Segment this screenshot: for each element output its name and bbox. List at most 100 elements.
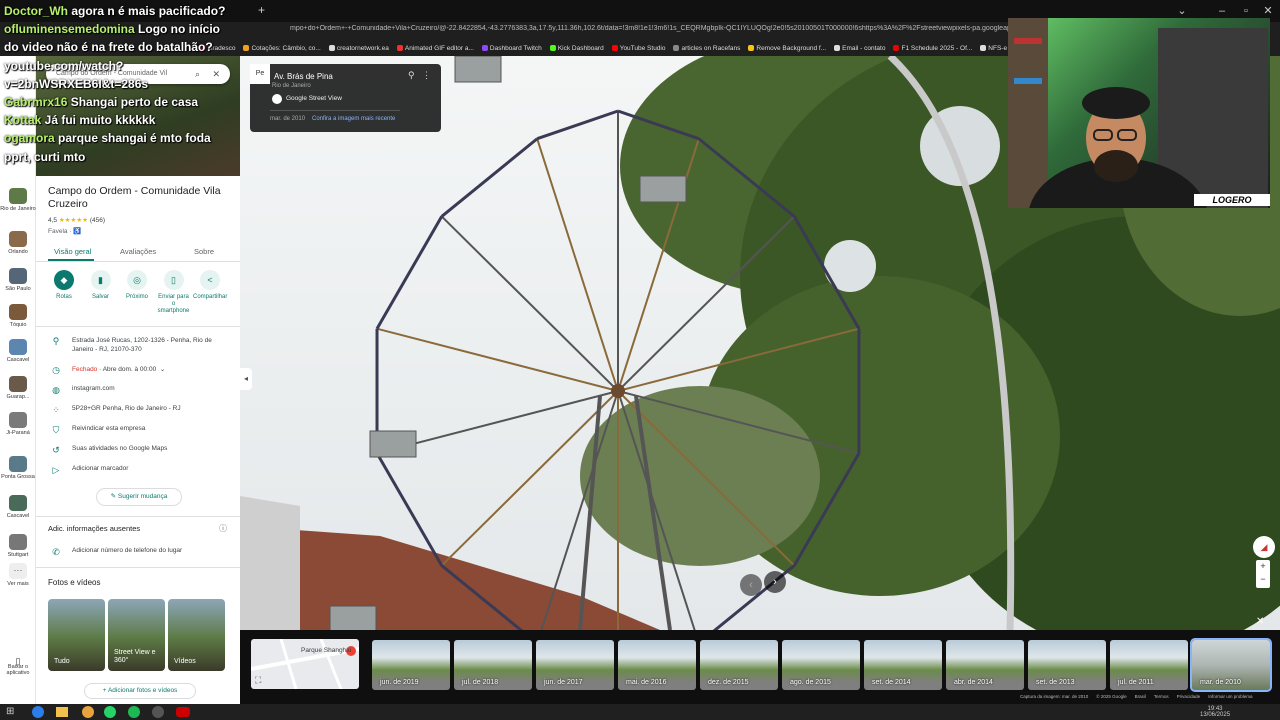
bookmark-item[interactable]: Bradesco (200, 42, 235, 54)
new-tab-button[interactable]: + (258, 3, 265, 17)
minimize-icon[interactable]: – (1210, 4, 1234, 18)
recent-place-item[interactable]: Tóquio (0, 304, 36, 328)
expand-map-icon[interactable]: ⛶ (255, 675, 261, 686)
recent-place-item[interactable]: Cascavel (0, 339, 36, 363)
system-clock[interactable]: 19:43 13/06/2025 (1200, 706, 1230, 718)
bookmark-item[interactable]: articles on Racefans (673, 42, 740, 54)
action-button[interactable]: < Compartilhar (193, 270, 227, 301)
close-window-icon[interactable]: ✕ (1256, 4, 1280, 18)
missing-info-title: Adic. informações ausentes (48, 524, 141, 533)
action-label: Enviar para o smartphone (157, 294, 190, 314)
recent-place-item[interactable]: Rio de Janeiro (0, 188, 36, 212)
bookmark-item[interactable]: Kick Dashboard (549, 42, 604, 54)
timeline-thumbnail[interactable]: jul. de 2011 (1110, 640, 1188, 690)
tab-overview[interactable]: Visão geral (54, 247, 91, 256)
plus-code-row[interactable]: ⁘ 5P28+GR Penha, Rio de Janeiro - RJ (50, 405, 230, 416)
bookmark-item[interactable]: Cotações: Câmbio, co... (243, 42, 321, 54)
add-phone-row[interactable]: ✆ Adicionar número de telefone do lugar (50, 547, 230, 558)
hours-row[interactable]: ◷ Fechado · Abre dom. à 00:00 ⌄ (50, 365, 230, 376)
recent-place-item[interactable]: Cascavel (0, 495, 36, 519)
app-icon[interactable] (82, 706, 94, 718)
review-count[interactable]: (456) (90, 217, 105, 224)
close-strip-icon[interactable]: ✕ (1256, 616, 1264, 627)
recent-place-item[interactable]: Ponta Grossa (0, 456, 36, 480)
footer-link[interactable]: Privacidade (1177, 694, 1201, 699)
recent-place-item[interactable]: Guarap... (0, 376, 36, 400)
obs-icon[interactable] (152, 706, 164, 718)
address-bar[interactable]: mpo+do+Ordem+-+Comunidade+Vila+Cruzeiro/… (290, 25, 1010, 39)
minimap[interactable]: Parque Shanghai ⛶ (251, 639, 359, 689)
timeline-thumbnail[interactable]: jun. de 2017 (536, 640, 614, 690)
pin-icon[interactable]: ⚲ (408, 70, 415, 81)
download-app-link[interactable]: ▯ Baixar o aplicativo (0, 657, 36, 677)
footer-link[interactable]: Captura da imagem: mar. de 2010 (1020, 694, 1088, 699)
collapse-panel-button[interactable]: ◂ (240, 368, 252, 390)
bookmark-item[interactable]: NFS-e | Portal Contr (980, 42, 1010, 54)
start-icon[interactable]: ⊞ (6, 706, 14, 717)
clear-search-icon[interactable]: ✕ (212, 64, 220, 84)
add-photos-button[interactable]: + Adicionar fotos e vídeos (84, 683, 196, 699)
recent-place-item[interactable]: Stuttgart (0, 534, 36, 558)
timeline-thumbnail[interactable]: abr. de 2014 (946, 640, 1024, 690)
latest-image-link[interactable]: Confira a imagem mais recente (312, 116, 395, 122)
website-row[interactable]: ◍ instagram.com (50, 385, 230, 396)
spotify-icon[interactable] (128, 706, 140, 718)
recent-place-item[interactable]: São Paulo (0, 268, 36, 292)
bookmark-item[interactable]: Email - contato (834, 42, 885, 54)
bookmark-item[interactable]: YouTube Studio (611, 42, 665, 54)
footer-link[interactable]: Termos (1154, 694, 1169, 699)
photos-videos-tile[interactable]: Vídeos (168, 599, 225, 671)
next-arrow-icon[interactable]: › (764, 571, 786, 593)
edge-icon[interactable] (32, 706, 44, 718)
tab-about[interactable]: Sobre (194, 247, 214, 256)
footer-link[interactable]: Informar um problema (1208, 694, 1252, 699)
address-row[interactable]: ⚲ Estrada José Rucas, 1202-1326 - Penha, … (50, 336, 230, 354)
suggest-edit-button[interactable]: ✎ Sugerir mudança (96, 488, 182, 506)
search-icon[interactable]: ⌕ (195, 64, 200, 84)
footer-link[interactable]: © 2025 Google (1096, 694, 1126, 699)
label-icon: ▷ (52, 465, 60, 475)
tab-reviews[interactable]: Avaliações (120, 247, 156, 256)
timeline-thumbnail[interactable]: mar. de 2010 (1190, 638, 1272, 692)
bookmark-item[interactable]: F1 Schedule 2025 - Of... (893, 42, 972, 54)
timeline-thumbnail[interactable]: ago. de 2015 (782, 640, 860, 690)
bookmark-favicon-icon (611, 45, 618, 51)
compass-icon[interactable]: ◢ (1253, 536, 1275, 558)
footer-link[interactable]: Brasil (1135, 694, 1146, 699)
maximize-icon[interactable]: ▫ (1234, 4, 1258, 18)
timeline-thumbnail[interactable]: jul. de 2018 (454, 640, 532, 690)
action-button[interactable]: ◆ Rotas (47, 270, 81, 301)
prev-arrow-icon[interactable]: ‹ (740, 574, 762, 596)
bookmark-item[interactable]: Animated GIF editor a... (396, 42, 474, 54)
add-label-row[interactable]: ▷ Adicionar marcador (50, 465, 230, 476)
help-icon[interactable]: ⓘ (219, 523, 227, 534)
whatsapp-icon[interactable] (104, 706, 116, 718)
file-explorer-icon[interactable] (56, 707, 68, 717)
more-options-icon[interactable]: ⋮ (422, 70, 431, 81)
action-button[interactable]: ◎ Próximo (120, 270, 154, 301)
recent-place-label: Guarap... (6, 394, 30, 400)
claim-business-row[interactable]: ⛉ Reivindicar esta empresa (50, 425, 230, 436)
photos-all-tile[interactable]: Tudo (48, 599, 105, 671)
bookmark-item[interactable]: Dashboard Twitch (481, 42, 542, 54)
recent-place-item[interactable]: ··· Ver mais (0, 563, 36, 587)
timeline-thumbnail[interactable]: dez. de 2015 (700, 640, 778, 690)
activity-row[interactable]: ↺ Suas atividades no Google Maps (50, 445, 230, 456)
photos-streetview-tile[interactable]: Street View e 360° (108, 599, 165, 671)
action-button[interactable]: ▮ Salvar (84, 270, 118, 301)
recent-place-item[interactable]: Orlando (0, 231, 36, 255)
action-button[interactable]: ▯ Enviar para o smartphone (157, 270, 191, 315)
timeline-thumbnail[interactable]: jun. de 2019 (372, 640, 450, 690)
search-input[interactable]: Campo do Ordem - Comunidade Vil ⌕ ✕ (46, 64, 230, 84)
photos-title: Fotos e vídeos (48, 578, 101, 587)
youtube-icon[interactable] (176, 707, 190, 717)
timeline-thumbnail[interactable]: mai. de 2016 (618, 640, 696, 690)
timeline-thumbnail[interactable]: set. de 2013 (1028, 640, 1106, 690)
back-button[interactable]: Pe (250, 64, 270, 84)
tab-search-icon[interactable]: ⌄ (1170, 4, 1194, 18)
bookmark-item[interactable]: creatornetwork.ea (328, 42, 389, 54)
bookmark-item[interactable]: Remove Background f... (748, 42, 826, 54)
timeline-thumbnail[interactable]: set. de 2014 (864, 640, 942, 690)
recent-place-item[interactable]: Ji-Paraná (0, 412, 36, 436)
zoom-controls[interactable]: + − (1256, 560, 1270, 588)
